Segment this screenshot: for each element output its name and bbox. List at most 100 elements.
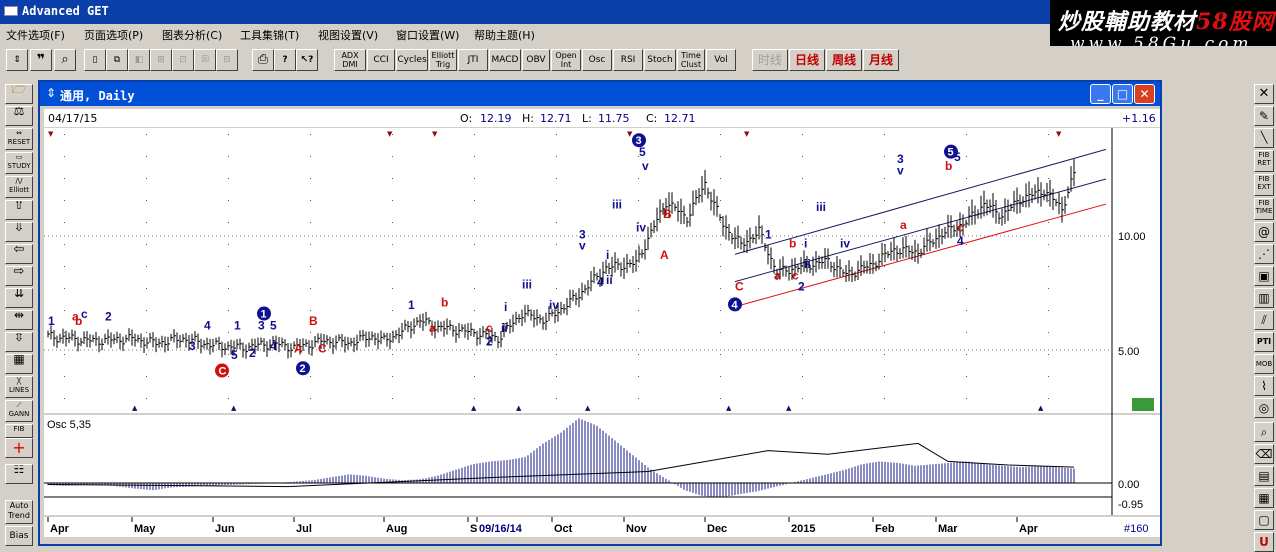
u-button[interactable]: U xyxy=(1254,532,1274,552)
open-folder-icon[interactable]: 🗁 xyxy=(5,84,33,104)
menu-window[interactable]: 窗口设置(W) xyxy=(396,27,459,43)
menu-chart[interactable]: 图表分析(C) xyxy=(162,27,222,43)
reset-button[interactable]: ⇔ RESET xyxy=(5,128,33,150)
fib-ext-button[interactable]: FIB EXT xyxy=(1254,174,1274,196)
fib-ret-button[interactable]: FIB RET xyxy=(1254,150,1274,172)
price-chart[interactable]: 1 a cb 234 15 23 54BA C1abc2iiiiiiiv3v4iiiiiiiv… xyxy=(44,128,1160,548)
grid-icon[interactable]: ▦ xyxy=(5,354,33,374)
properties-icon[interactable]: ☷ xyxy=(5,464,33,484)
copy-icon[interactable]: ⧉ xyxy=(106,49,128,71)
expand-h-icon[interactable]: ⇹ xyxy=(5,310,33,330)
osc-button[interactable]: Osc xyxy=(582,49,612,71)
hourly-button[interactable]: 时线 xyxy=(752,49,788,71)
cci-button[interactable]: CCI xyxy=(367,49,395,71)
pti-button[interactable]: PTI xyxy=(1254,332,1274,352)
grid-dot xyxy=(802,398,803,399)
expand-v-icon[interactable]: ⇳ xyxy=(5,332,33,352)
ellipse-icon[interactable]: ◎ xyxy=(1254,398,1274,418)
obv-button[interactable]: OBV xyxy=(522,49,550,71)
rsi-button[interactable]: RSI xyxy=(613,49,643,71)
fib-button[interactable]: FIB xyxy=(5,424,33,438)
cycles-button[interactable]: Cycles xyxy=(396,49,428,71)
crosshair-icon[interactable]: + xyxy=(5,438,33,458)
wave-label: 4 xyxy=(597,275,604,289)
spiral-icon[interactable]: @ xyxy=(1254,222,1274,242)
tool-icon-1[interactable]: ◧ xyxy=(128,49,150,71)
gann-button[interactable]: ⟋ GANN xyxy=(5,400,33,422)
menu-view[interactable]: 视图设置(V) xyxy=(318,27,378,43)
grid-dot xyxy=(392,398,393,399)
gallery-icon[interactable]: ▤ xyxy=(1254,466,1274,486)
grid-dot xyxy=(146,222,147,223)
jti-button[interactable]: JTI xyxy=(458,49,488,71)
elliott-button[interactable]: /\/Elliott xyxy=(5,176,33,198)
adx-dmi-button[interactable]: ADX DMI xyxy=(334,49,366,71)
tool-icon-5[interactable]: ⊟ xyxy=(216,49,238,71)
vol-button[interactable]: Vol xyxy=(706,49,736,71)
app-icon xyxy=(4,6,18,16)
menu-file[interactable]: 文件选项(F) xyxy=(6,27,65,43)
line-tool-icon[interactable]: ╲ xyxy=(1254,128,1274,148)
grid-dot xyxy=(638,310,639,311)
wave-label: iv xyxy=(636,220,646,234)
elliott-trig-button[interactable]: Elliott Trig xyxy=(429,49,457,71)
grid-dot xyxy=(884,332,885,333)
cursor-icon[interactable]: ⇕ xyxy=(6,49,28,71)
scale-icon[interactable]: ⚖ xyxy=(5,106,33,126)
quote-icon[interactable]: ❞ xyxy=(30,49,52,71)
context-help-icon[interactable]: ↖? xyxy=(296,49,318,71)
menu-page[interactable]: 页面选项(P) xyxy=(84,27,143,43)
study-button[interactable]: ▭ STUDY xyxy=(5,152,33,174)
wave-label: b xyxy=(75,314,82,328)
fib-time-button[interactable]: FIB TIME xyxy=(1254,198,1274,220)
menu-tools[interactable]: 工具集锦(T) xyxy=(240,27,299,43)
eraser-icon[interactable]: ⌫ xyxy=(1254,444,1274,464)
lines-button[interactable]: ╳ LINES xyxy=(5,376,33,398)
mob-button[interactable]: MOB xyxy=(1254,354,1274,374)
help-icon[interactable]: ? xyxy=(274,49,296,71)
new-page-icon[interactable]: ▯ xyxy=(84,49,106,71)
maximize-button[interactable]: □ xyxy=(1112,84,1133,104)
close-button[interactable]: ✕ xyxy=(1134,84,1155,104)
macd-button[interactable]: MACD xyxy=(489,49,521,71)
daily-button[interactable]: 日线 xyxy=(789,49,825,71)
wave-label: v xyxy=(642,159,649,173)
cycle-marker-bottom: ▲ xyxy=(231,404,237,412)
grid-dot xyxy=(146,266,147,267)
magnify-icon[interactable]: ⌕ xyxy=(1254,422,1274,442)
pattern-icon[interactable]: ⌇ xyxy=(1254,376,1274,396)
open-int-button[interactable]: Open Int xyxy=(551,49,581,71)
grid-dot xyxy=(720,266,721,267)
grid-small-icon[interactable]: ▦ xyxy=(1254,488,1274,508)
close-x-icon[interactable]: ✕ xyxy=(1254,84,1274,104)
tool-icon-2[interactable]: ⊞ xyxy=(150,49,172,71)
bias-button[interactable]: Bias xyxy=(5,526,33,546)
menu-help[interactable]: 帮助主题(H) xyxy=(474,27,535,43)
arrow-left-icon[interactable]: ⇦ xyxy=(5,244,33,264)
grid-dot xyxy=(966,200,967,201)
print-icon[interactable]: ⎙ xyxy=(252,49,274,71)
bars-icon[interactable]: ▥ xyxy=(1254,288,1274,308)
chart-thumbnail-icon[interactable] xyxy=(1132,398,1154,411)
auto-trend-button[interactable]: Auto Trend xyxy=(5,500,33,524)
stoch-button[interactable]: Stoch xyxy=(644,49,676,71)
weekly-button[interactable]: 周线 xyxy=(826,49,862,71)
box-icon[interactable]: ▣ xyxy=(1254,266,1274,286)
low-label: L: xyxy=(582,112,592,125)
time-clust-button[interactable]: Time Clust xyxy=(677,49,705,71)
channel-icon[interactable]: ⫽ xyxy=(1254,310,1274,330)
zoom-icon[interactable]: ⌕ xyxy=(54,49,76,71)
window-icon[interactable]: ▢ xyxy=(1254,510,1274,530)
grid-dot xyxy=(638,288,639,289)
tool-icon-3[interactable]: ⊡ xyxy=(172,49,194,71)
arrow-right-icon[interactable]: ⇨ xyxy=(5,266,33,286)
arrow-up-icon[interactable]: ⇧ xyxy=(5,200,33,220)
pencil-icon[interactable]: ✎ xyxy=(1254,106,1274,126)
fan-icon[interactable]: ⋰ xyxy=(1254,244,1274,264)
arrow-down-icon[interactable]: ⇩ xyxy=(5,222,33,242)
grid-dot xyxy=(556,244,557,245)
compress-icon[interactable]: ⇊ xyxy=(5,288,33,308)
monthly-button[interactable]: 月线 xyxy=(863,49,899,71)
minimize-button[interactable]: _ xyxy=(1090,84,1111,104)
tool-icon-4[interactable]: ☒ xyxy=(194,49,216,71)
